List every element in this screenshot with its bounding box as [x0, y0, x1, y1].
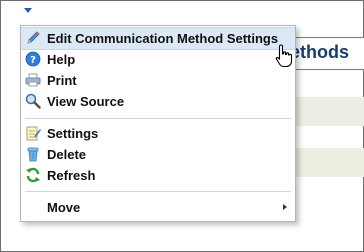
svg-text:?: ? [30, 55, 36, 66]
menu-separator [25, 191, 291, 192]
menu-item-label: Move [47, 200, 81, 215]
printer-icon [25, 73, 41, 87]
menu-item-refresh[interactable]: Refresh [21, 165, 295, 186]
menu-item-label: Refresh [47, 168, 96, 183]
menu-separator [25, 118, 291, 119]
menu-item-label: View Source [47, 94, 125, 109]
page-title: ethods [290, 42, 350, 62]
pencil-icon [27, 31, 40, 44]
menu-item-label: Delete [47, 147, 87, 162]
notepad-icon [26, 126, 41, 141]
menu-item-move[interactable]: Move [21, 197, 295, 218]
menu-item-label: Print [47, 73, 77, 88]
menu-item-print[interactable]: Print [21, 70, 295, 91]
menu-item-edit-communication-method-settings[interactable]: Edit Communication Method Settings [21, 27, 295, 50]
context-menu: Edit Communication Method Settings ? Hel… [20, 25, 296, 222]
refresh-icon [26, 167, 40, 183]
menu-item-label: Edit Communication Method Settings [47, 31, 279, 46]
menu-item-help[interactable]: ? Help [21, 49, 295, 70]
submenu-arrow-icon [283, 204, 287, 210]
menu-item-view-source[interactable]: View Source [21, 91, 295, 112]
menu-item-label: Help [47, 52, 76, 67]
help-icon: ? [25, 51, 41, 67]
menu-item-label: Settings [47, 126, 99, 141]
menu-item-delete[interactable]: Delete [21, 144, 295, 165]
trash-icon [27, 147, 39, 162]
menu-item-settings[interactable]: Settings [21, 123, 295, 144]
hand-cursor-icon [275, 44, 293, 68]
magnifier-icon [25, 93, 41, 109]
dropdown-toggle-icon[interactable] [24, 8, 32, 13]
